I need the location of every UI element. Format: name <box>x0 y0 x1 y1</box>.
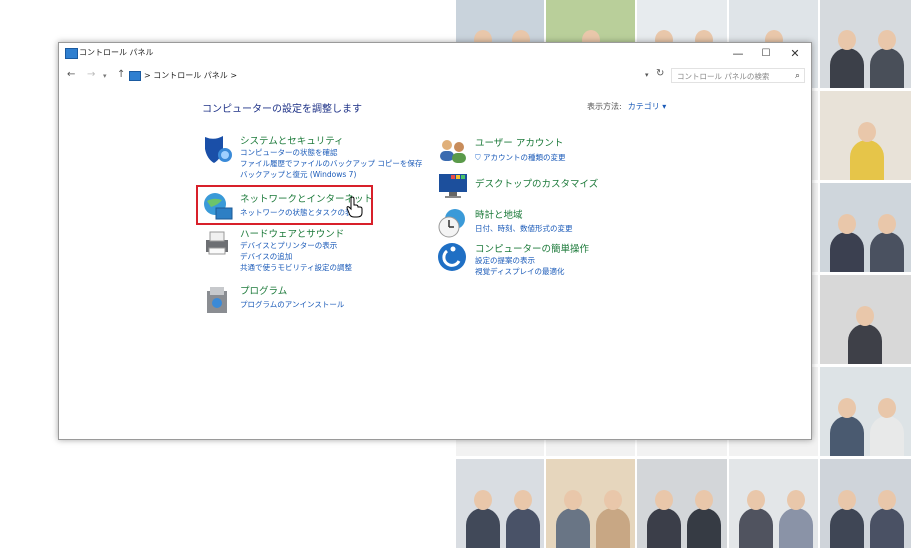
photo-tile <box>637 459 727 548</box>
title-bar[interactable]: コントロール パネル — ☐ ✕ <box>59 43 811 65</box>
shield-icon <box>205 136 232 163</box>
category-link[interactable]: デバイスの追加 <box>240 251 292 262</box>
hand-cursor-icon <box>346 196 363 218</box>
photo-tile <box>546 459 635 548</box>
back-arrow-icon[interactable]: ← <box>67 69 75 80</box>
category-link[interactable]: 視覚ディスプレイの最適化 <box>475 266 564 277</box>
category-link[interactable]: 設定の提案の表示 <box>475 255 535 266</box>
address-bar[interactable]: > コントロール パネル > <box>129 68 649 83</box>
photo-tile <box>820 91 911 180</box>
users-icon <box>440 140 466 163</box>
minimize-button[interactable]: — <box>723 45 753 63</box>
search-input[interactable]: コントロール パネルの検索 ⌕ <box>671 68 805 83</box>
category-link[interactable]: コンピューターの状態を確認 <box>240 147 338 158</box>
clock-globe-icon <box>438 209 465 238</box>
close-button[interactable]: ✕ <box>780 45 810 63</box>
category-link[interactable]: プログラムのアンインストール <box>240 299 344 310</box>
window-title: コントロール パネル <box>79 48 154 57</box>
view-by: 表示方法: カテゴリ ▾ <box>587 101 666 112</box>
maximize-button[interactable]: ☐ <box>751 45 781 63</box>
control-panel-icon <box>65 48 78 59</box>
navigation-bar: ← → ▾ ↑ > コントロール パネル > ▾ ↻ コントロール パネルの検索… <box>59 65 811 87</box>
photo-tile <box>820 183 911 272</box>
category-link[interactable]: デバイスとプリンターの表示 <box>240 240 337 251</box>
photo-tile <box>729 459 818 548</box>
recent-locations-dropdown-icon[interactable]: ▾ <box>103 72 107 80</box>
category-link-label: アカウントの種類の変更 <box>483 153 566 162</box>
view-by-label: 表示方法: <box>587 102 622 111</box>
forward-arrow-icon[interactable]: → <box>87 69 95 80</box>
category-title[interactable]: 時計と地域 <box>475 207 523 221</box>
view-by-dropdown[interactable]: カテゴリ ▾ <box>628 102 667 111</box>
search-icon[interactable]: ⌕ <box>795 69 800 84</box>
address-dropdown-icon[interactable]: ▾ <box>645 71 649 79</box>
category-link[interactable]: 日付、時刻、数値形式の変更 <box>475 223 573 234</box>
refresh-icon[interactable]: ↻ <box>656 68 664 79</box>
category-title[interactable]: コンピューターの簡単操作 <box>475 241 589 255</box>
category-link[interactable]: 共通で使うモビリティ設定の調整 <box>240 262 352 273</box>
category-title[interactable]: プログラム <box>240 283 287 297</box>
control-panel-icon <box>129 70 141 81</box>
programs-icon <box>207 287 227 313</box>
printer-icon <box>206 231 228 255</box>
category-title[interactable]: システムとセキュリティ <box>240 133 344 147</box>
ease-of-access-icon <box>438 243 466 271</box>
photo-tile <box>820 459 911 548</box>
uac-shield-icon: ⛉ <box>475 153 481 162</box>
category-title[interactable]: ユーザー アカウント <box>475 135 563 149</box>
category-link[interactable]: ⛉ アカウントの種類の変更 <box>475 152 566 163</box>
category-title[interactable]: デスクトップのカスタマイズ <box>475 176 598 190</box>
breadcrumb[interactable]: > コントロール パネル > <box>144 71 237 80</box>
category-link[interactable]: バックアップと復元 (Windows 7) <box>240 169 356 180</box>
category-title[interactable]: ハードウェアとサウンド <box>240 226 344 240</box>
control-panel-window: コントロール パネル — ☐ ✕ ← → ▾ ↑ > コントロール パネル > … <box>58 42 812 440</box>
desktop-icon <box>439 174 467 198</box>
photo-tile <box>820 367 911 456</box>
search-placeholder: コントロール パネルの検索 <box>677 72 770 81</box>
photo-tile <box>820 275 911 364</box>
photo-tile <box>456 459 544 548</box>
category-link[interactable]: ファイル履歴でファイルのバックアップ コピーを保存 <box>240 158 422 169</box>
photo-tile <box>820 0 911 88</box>
page-title: コンピューターの設定を調整します <box>202 104 362 115</box>
up-arrow-icon[interactable]: ↑ <box>117 69 125 80</box>
